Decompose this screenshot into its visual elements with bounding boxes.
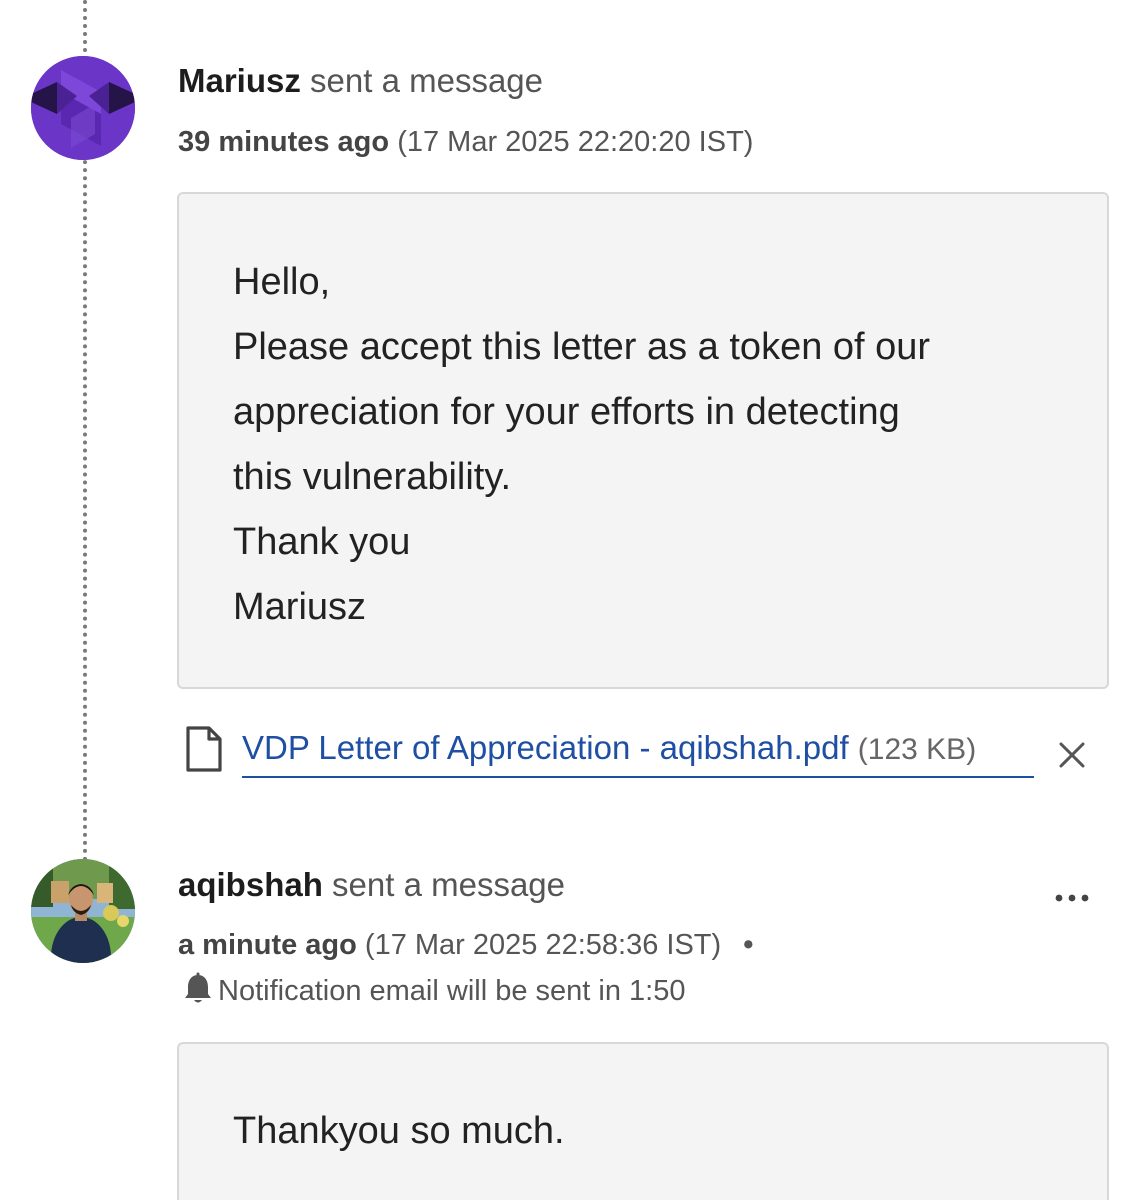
close-icon[interactable] <box>1055 738 1089 772</box>
author-name[interactable]: Mariusz <box>178 62 301 99</box>
attachment-link[interactable]: VDP Letter of Appreciation - aqibshah.pd… <box>242 722 1034 778</box>
message-body: Hello, Please accept this letter as a to… <box>177 192 1109 689</box>
file-icon <box>186 726 222 772</box>
attachment-size: (123 KB) <box>857 733 977 766</box>
relative-time[interactable]: 39 minutes ago <box>178 126 389 158</box>
event-header: Mariusz sent a message <box>178 62 543 100</box>
notification-text: Notification email will be sent in 1:50 <box>218 975 686 1007</box>
absolute-time: (17 Mar 2025 22:58:36 IST) <box>364 929 722 961</box>
event-timestamp: 39 minutes ago (17 Mar 2025 22:20:20 IST… <box>178 126 753 159</box>
bell-icon <box>185 972 211 1003</box>
message-text: Hello, Please accept this letter as a to… <box>179 194 1107 640</box>
message-line: Thankyou so much. <box>233 1110 565 1152</box>
attachment: VDP Letter of Appreciation - aqibshah.pd… <box>182 722 1102 782</box>
message-line: appreciation for your efforts in detecti… <box>233 391 900 433</box>
message-line: Please accept this letter as a token of … <box>233 326 931 368</box>
relative-time[interactable]: a minute ago <box>178 929 357 961</box>
notification-status: Notification email will be sent in 1:50 <box>182 972 685 1008</box>
message-line: this vulnerability. <box>233 456 512 498</box>
message-body: Thankyou so much. <box>177 1042 1109 1200</box>
separator-dot: • <box>743 929 754 961</box>
author-name[interactable]: aqibshah <box>178 866 323 903</box>
event-timestamp: a minute ago (17 Mar 2025 22:58:36 IST) … <box>178 929 753 962</box>
avatar <box>31 859 135 963</box>
avatar <box>31 56 135 160</box>
attachment-name[interactable]: VDP Letter of Appreciation - aqibshah.pd… <box>242 729 849 766</box>
event-action: sent a message <box>332 866 565 903</box>
absolute-time: (17 Mar 2025 22:20:20 IST) <box>397 126 754 158</box>
user-photo-avatar-icon <box>31 859 135 963</box>
message-text: Thankyou so much. <box>179 1044 1107 1164</box>
message-line: Thank you <box>233 521 411 563</box>
event-action: sent a message <box>310 62 544 99</box>
purple-logo-avatar-icon <box>31 56 135 160</box>
event-header: aqibshah sent a message <box>178 866 565 904</box>
message-line: Hello, <box>233 261 331 303</box>
more-options-icon[interactable] <box>1052 883 1092 913</box>
message-line: Mariusz <box>233 586 367 628</box>
conversation-timeline: Mariusz sent a message 39 minutes ago (1… <box>0 0 1143 1200</box>
